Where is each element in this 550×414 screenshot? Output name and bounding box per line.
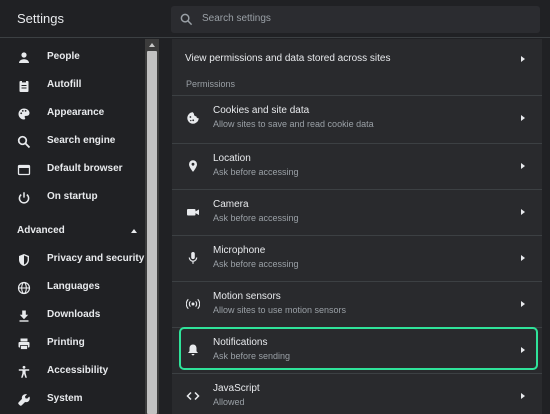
sidebar-item-label: People [47,51,80,62]
permission-subtitle: Ask before accessing [213,259,299,269]
sidebar-item-system[interactable]: System [0,386,145,414]
accessibility-icon [18,365,30,378]
sidebar-item-label: Accessibility [47,365,109,376]
shield-icon [19,254,29,266]
permission-title: Motion sensors [213,291,281,302]
sidebar-item-label: Downloads [47,309,101,320]
search-placeholder: Search settings [202,13,271,24]
location-pin-icon [189,160,197,172]
globe-icon [17,281,31,295]
download-icon [19,310,29,322]
sidebar-item-label: Search engine [47,135,116,146]
permission-title: Camera [213,199,249,210]
permission-row-microphone[interactable]: Microphone Ask before accessing [172,235,542,280]
permission-subtitle: Allowed [213,397,245,407]
person-icon [19,52,29,63]
printer-icon [18,338,30,350]
motion-sensor-icon [186,298,200,310]
sidebar-item-appearance[interactable]: Appearance [0,100,145,128]
permission-title: Location [213,153,251,164]
search-icon [180,13,193,26]
permission-row-location[interactable]: Location Ask before accessing [172,143,542,188]
search-icon [17,135,31,149]
sidebar-item-label: Languages [47,281,100,292]
code-icon [186,391,200,401]
permission-title: Cookies and site data [213,105,310,116]
sidebar-item-label: On startup [47,191,98,202]
sidebar-item-printing[interactable]: Printing [0,330,145,358]
view-permissions-label: View permissions and data stored across … [185,53,391,64]
sidebar-item-downloads[interactable]: Downloads [0,302,145,330]
chevron-right-icon [521,393,525,399]
permission-subtitle: Allow sites to use motion sensors [213,305,347,315]
permission-subtitle: Ask before accessing [213,213,299,223]
search-input[interactable]: Search settings [171,6,540,33]
sidebar: People Autofill Appearance Search engine… [0,39,159,414]
microphone-icon [188,252,198,264]
wrench-icon [18,394,30,406]
sidebar-item-privacy-and-security[interactable]: Privacy and security [0,246,145,274]
permission-subtitle: Ask before accessing [213,167,299,177]
chevron-right-icon [521,115,525,121]
notifications-highlight-outline [179,327,538,370]
camera-icon [187,209,199,216]
browser-window-icon [17,164,31,176]
view-permissions-row[interactable]: View permissions and data stored across … [172,39,542,77]
sidebar-item-people[interactable]: People [0,44,145,72]
permissions-header: Permissions [186,79,236,89]
sidebar-item-accessibility[interactable]: Accessibility [0,358,145,386]
page-title: Settings [17,11,64,26]
top-bar: Settings Search settings [0,0,550,38]
sidebar-item-search-engine[interactable]: Search engine [0,128,145,156]
sidebar-item-label: Autofill [47,79,82,90]
sidebar-item-autofill[interactable]: Autofill [0,72,145,100]
scroll-up-arrow-icon[interactable] [149,43,155,47]
permission-subtitle: Allow sites to save and read cookie data [213,119,374,129]
permission-row-motion-sensors[interactable]: Motion sensors Allow sites to use motion… [172,281,542,326]
permission-row-cookies[interactable]: Cookies and site data Allow sites to sav… [172,95,542,140]
chevron-up-icon[interactable] [131,229,137,233]
sidebar-item-label: Printing [47,337,85,348]
permission-title: JavaScript [213,383,260,394]
sidebar-item-label: Appearance [47,107,105,118]
sidebar-item-label: Default browser [47,163,123,174]
chevron-right-icon [521,255,525,261]
clipboard-icon [19,80,29,92]
chevron-right-icon [521,301,525,307]
sidebar-item-on-startup[interactable]: On startup [0,184,145,212]
chevron-right-icon [521,56,525,62]
sidebar-scrollbar[interactable] [145,39,159,414]
scrollbar-thumb[interactable] [147,51,157,414]
cookie-icon [187,112,199,124]
chevron-right-icon [521,163,525,169]
permission-row-javascript[interactable]: JavaScript Allowed [172,373,542,414]
palette-icon [18,108,30,120]
sidebar-item-label: System [47,393,83,404]
chevron-right-icon [521,209,525,215]
permission-row-camera[interactable]: Camera Ask before accessing [172,189,542,234]
sidebar-item-default-browser[interactable]: Default browser [0,156,145,184]
sidebar-section-advanced[interactable]: Advanced [17,225,65,236]
permission-title: Microphone [213,245,266,256]
sidebar-item-label: Privacy and security [47,253,145,264]
power-icon [18,192,30,204]
sidebar-item-languages[interactable]: Languages [0,274,145,302]
